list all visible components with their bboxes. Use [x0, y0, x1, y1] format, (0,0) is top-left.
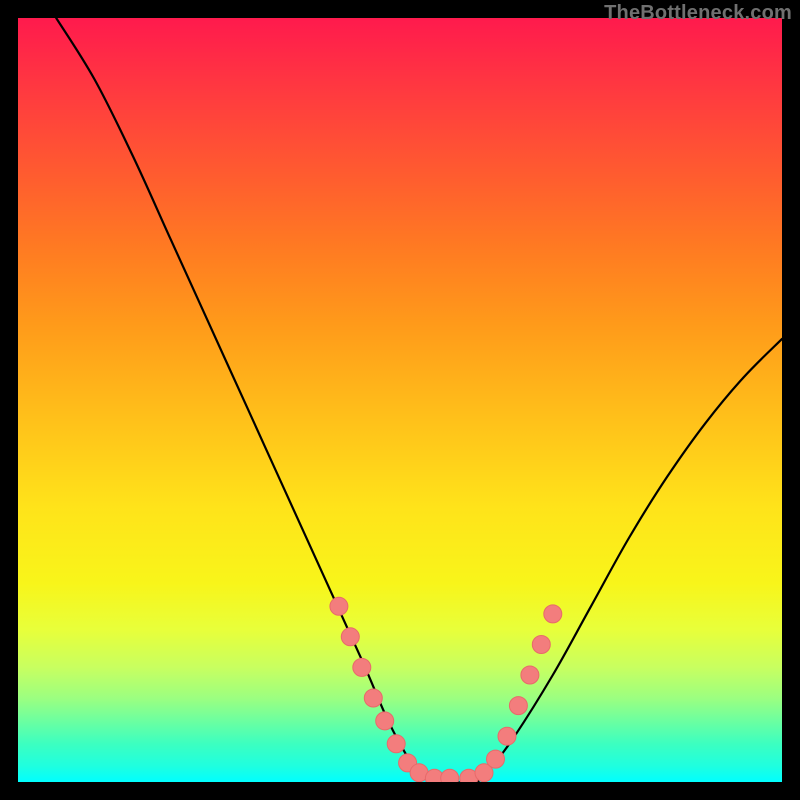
bottleneck-curve: [56, 18, 782, 782]
marker-dot: [509, 697, 527, 715]
marker-dot: [521, 666, 539, 684]
marker-dot: [330, 597, 348, 615]
watermark-text: TheBottleneck.com: [604, 2, 792, 25]
marker-dot: [487, 750, 505, 768]
chart-frame: TheBottleneck.com: [0, 0, 800, 800]
marker-dot: [341, 628, 359, 646]
marker-dot: [532, 636, 550, 654]
marker-dot: [353, 658, 371, 676]
marker-dot: [441, 769, 459, 782]
marker-dot: [376, 712, 394, 730]
marker-dot: [544, 605, 562, 623]
marker-dot: [387, 735, 405, 753]
marker-group: [330, 597, 562, 782]
marker-dot: [364, 689, 382, 707]
chart-overlay: [18, 18, 782, 782]
marker-dot: [498, 727, 516, 745]
